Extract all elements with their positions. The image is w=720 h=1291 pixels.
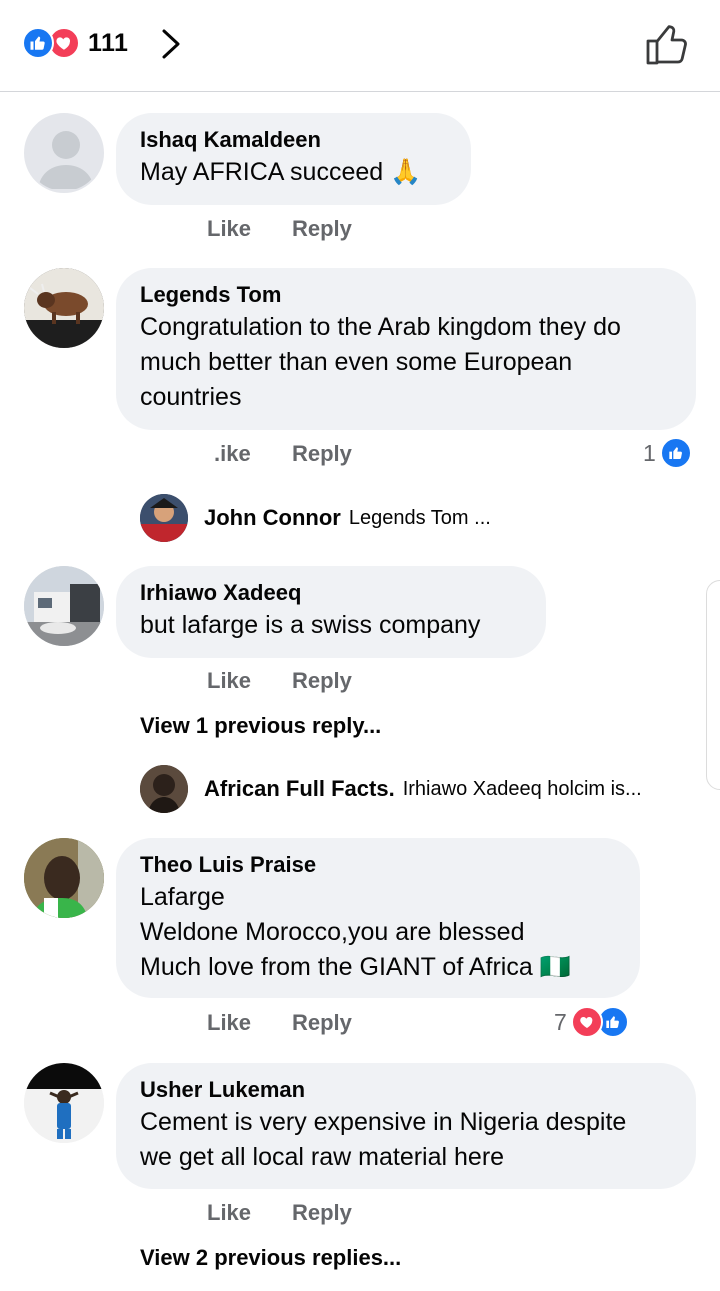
like-post-icon[interactable] (644, 22, 690, 66)
like-button[interactable]: .ike (214, 441, 251, 467)
reaction-number: 7 (554, 1008, 567, 1035)
view-previous-replies[interactable]: View 2 previous replies... (140, 1245, 401, 1271)
avatar[interactable] (24, 268, 104, 348)
reply-button[interactable]: Reply (292, 216, 352, 242)
avatar[interactable] (24, 566, 104, 646)
portrait-avatar-icon (140, 765, 188, 813)
reply-snippet: Legends Tom ... (348, 506, 491, 529)
selfie-photo-icon (24, 838, 104, 918)
comment-author[interactable]: Legends Tom (140, 280, 672, 310)
view-previous-replies[interactable]: View 1 previous reply... (140, 713, 381, 739)
comment-author[interactable]: Ishaq Kamaldeen (140, 125, 447, 155)
comment-reaction-count[interactable]: 1 (643, 437, 692, 469)
like-button[interactable]: Like (207, 1010, 251, 1036)
reply-button[interactable]: Reply (292, 668, 352, 694)
person-photo-icon (24, 1063, 104, 1143)
reply-preview[interactable]: John Connor Legends Tom ... (140, 494, 491, 542)
comment-author[interactable]: Irhiawo Xadeeq (140, 578, 522, 608)
default-avatar-icon (38, 131, 94, 189)
reply-button[interactable]: Reply (292, 1010, 352, 1036)
love-reaction-icon (570, 1006, 603, 1038)
bull-photo-icon (24, 268, 104, 348)
comment-text: Lafarge Weldone Morocco,you are blessed … (140, 883, 571, 981)
scrollbar[interactable] (706, 580, 720, 790)
comment-text: but lafarge is a swiss company (140, 611, 481, 639)
reactions-header: 111 (0, 0, 720, 92)
like-button[interactable]: Like (207, 1200, 251, 1226)
comment-bubble[interactable]: Legends Tom Congratulation to the Arab k… (116, 268, 696, 430)
comment-bubble[interactable]: Ishaq Kamaldeen May AFRICA succeed 🙏 (116, 113, 471, 205)
reaction-summary[interactable]: 111 (22, 27, 128, 59)
reply-button[interactable]: Reply (292, 441, 352, 467)
comment-text: May AFRICA succeed 🙏 (140, 158, 422, 186)
comment-text: Cement is very expensive in Nigeria desp… (140, 1108, 627, 1171)
avatar (140, 765, 188, 813)
avatar[interactable] (24, 1063, 104, 1143)
comment-author[interactable]: Usher Lukeman (140, 1075, 672, 1105)
comment-bubble[interactable]: Usher Lukeman Cement is very expensive i… (116, 1063, 696, 1189)
chevron-right-icon[interactable] (158, 28, 184, 60)
comment-bubble[interactable]: Irhiawo Xadeeq but lafarge is a swiss co… (116, 566, 546, 658)
avatar (140, 494, 188, 542)
house-photo-icon (24, 566, 104, 646)
avatar[interactable] (24, 113, 104, 193)
comment-text: Congratulation to the Arab kingdom they … (140, 313, 621, 411)
comment-bubble[interactable]: Theo Luis Praise Lafarge Weldone Morocco… (116, 838, 640, 998)
reply-preview[interactable]: African Full Facts. Irhiawo Xadeeq holci… (140, 765, 642, 813)
comment-reaction-count[interactable]: 7 (554, 1006, 629, 1038)
avatar[interactable] (24, 838, 104, 918)
reply-author[interactable]: African Full Facts. (204, 776, 395, 802)
like-reaction-icon (659, 437, 692, 469)
reply-author[interactable]: John Connor (204, 505, 341, 531)
reply-button[interactable]: Reply (292, 1200, 352, 1226)
reaction-count: 111 (88, 28, 129, 57)
like-reaction-icon (22, 27, 54, 59)
reply-snippet: Irhiawo Xadeeq holcim is... (402, 777, 642, 800)
comment-author[interactable]: Theo Luis Praise (140, 850, 616, 880)
like-button[interactable]: Like (207, 216, 251, 242)
reaction-number: 1 (643, 439, 656, 466)
stop490-avatar-icon (140, 494, 188, 542)
like-button[interactable]: Like (207, 668, 251, 694)
